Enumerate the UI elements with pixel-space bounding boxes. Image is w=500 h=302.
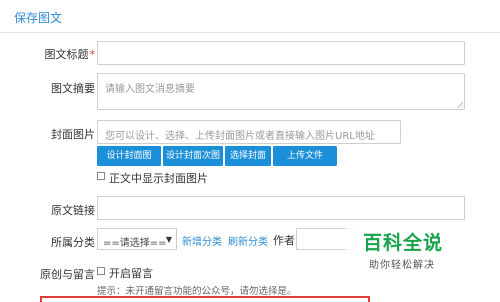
resize-handle-icon[interactable] (456, 101, 463, 108)
summary-textarea[interactable]: 请输入图文消息摘要 (97, 73, 465, 110)
chevron-down-icon: ▼ (165, 235, 172, 244)
page-title: 保存图文 (14, 11, 63, 25)
cover-url-input[interactable]: 您可以设计、选择、上传封面图片或者直接输入图片URL地址 (97, 120, 401, 144)
watermark-title: 百科全说 (363, 232, 444, 254)
refresh-category-link[interactable]: 刷新分类 (228, 233, 268, 248)
watermark-logo: 百科全说 助你轻松解决 (345, 222, 480, 280)
summary-placeholder: 请输入图文消息摘要 (105, 84, 195, 95)
comment-hint: 提示：未开通留言功能的公众号，请勿选择是。 (97, 286, 297, 297)
cover-label: 封面图片 (51, 128, 95, 141)
cover-url-placeholder: 您可以设计、选择、上传封面图片或者直接输入图片URL地址 (105, 131, 375, 142)
design-cover-button[interactable]: 设计封面图 (97, 146, 161, 166)
category-select[interactable]: ==请选择== ▼ (97, 228, 177, 250)
show-cover-label: 正文中显示封面图片 (109, 172, 208, 185)
highlight-box (40, 296, 370, 302)
open-comment-checkbox[interactable] (97, 267, 105, 275)
title-label: 图文标题* (0, 46, 96, 62)
original-comment-label: 原创与留言 (40, 268, 95, 281)
design-sub-cover-button[interactable]: 设计封面次图 (163, 146, 223, 166)
open-comment-label: 开启留言 (109, 267, 153, 280)
original-link-label: 原文链接 (51, 204, 95, 217)
required-mark: * (89, 48, 96, 61)
author-label: 作者 (273, 234, 295, 247)
select-cover-button[interactable]: 选择封面 (225, 146, 271, 166)
save-article-page: 保存图文 图文标题* 图文摘要 请输入图文消息摘要 封面图片 您可以设计、选择、… (0, 0, 500, 302)
title-input[interactable] (97, 41, 465, 65)
add-category-link[interactable]: 新增分类 (182, 233, 222, 248)
category-label: 所属分类 (51, 236, 95, 249)
category-select-value: ==请选择== (103, 238, 167, 249)
show-cover-checkbox[interactable] (97, 172, 105, 180)
page-header: 保存图文 (0, 0, 500, 33)
original-link-input[interactable] (97, 196, 465, 220)
title-label-text: 图文标题 (44, 48, 89, 61)
summary-label: 图文摘要 (51, 82, 95, 95)
upload-file-button[interactable]: 上传文件 (273, 146, 337, 166)
watermark-subtitle: 助你轻松解决 (369, 260, 435, 271)
